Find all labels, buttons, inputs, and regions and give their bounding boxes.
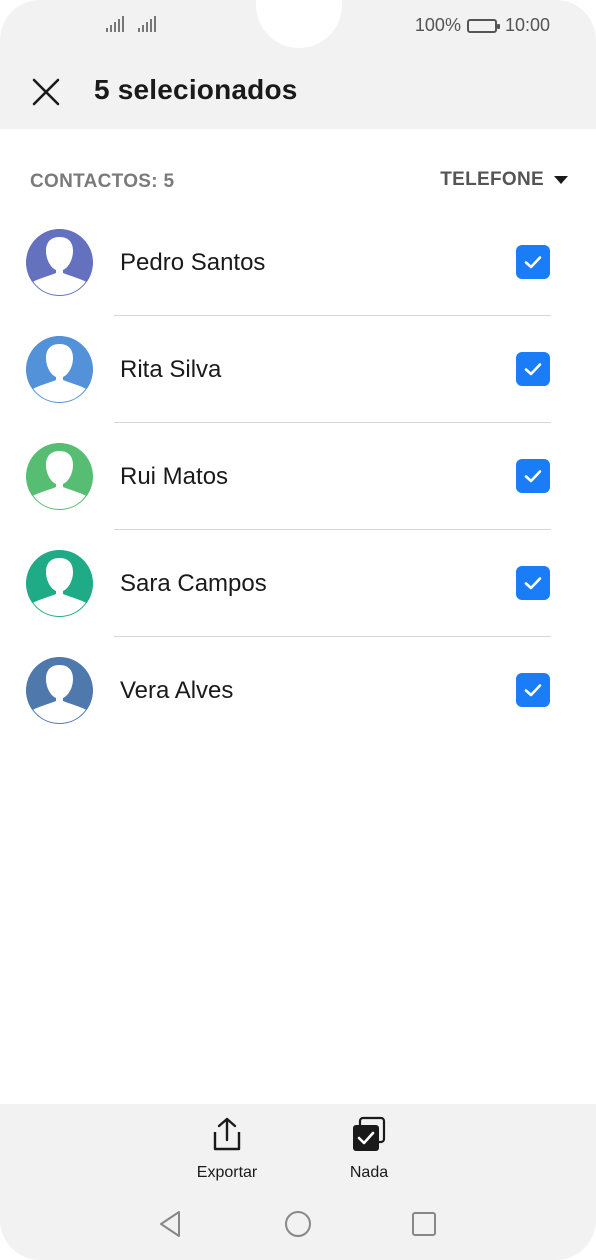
contact-name: Pedro Santos [120,249,266,276]
contact-checkbox[interactable] [516,352,550,386]
checkmark-icon [524,470,542,483]
close-button[interactable] [26,72,66,112]
page-title: 5 selecionados [94,74,298,105]
battery-percent: 100% [414,15,461,35]
checkmark-icon [524,256,542,269]
caret-down-icon [554,176,568,184]
select-none-button[interactable]: Nada [319,1116,419,1186]
screen: 100% 10:00 5 selecionados CONTACTOS: 5 T… [0,0,596,1260]
avatar [26,229,93,296]
nav-back-button[interactable] [150,1204,190,1244]
contact-count-label: CONTACTOS: 5 [30,171,175,192]
avatar [26,443,93,510]
contact-name: Sara Campos [120,570,267,597]
none-label: Nada [349,1164,389,1181]
contact-row[interactable]: Rita Silva [0,316,596,423]
contact-checkbox[interactable] [516,459,550,493]
checkmark-icon [524,684,542,697]
contact-checkbox[interactable] [516,673,550,707]
contact-checkbox[interactable] [516,245,550,279]
recents-icon [412,1212,436,1236]
contact-row[interactable]: Vera Alves [0,637,596,744]
battery-icon [466,18,500,33]
signal-icon-sim1 [106,16,124,32]
deselect-all-icon [353,1116,386,1151]
avatar [26,657,93,724]
contact-list: Pedro Santos Rita Silva Rui Matos Sara Camp… [0,209,596,744]
camera-notch [256,0,342,48]
clock: 10:00 [504,15,550,35]
nav-home-button[interactable] [278,1204,318,1244]
list-header: CONTACTOS: 5 TELEFONE [0,165,596,199]
person-icon [26,229,93,296]
checkmark-icon [524,577,542,590]
status-bar: 100% 10:00 [0,0,596,52]
person-icon [26,550,93,617]
close-icon [32,78,60,106]
status-right: 100% 10:00 [415,15,550,36]
export-label: Exportar [196,1164,258,1181]
person-icon [26,336,93,403]
sort-dropdown[interactable]: TELEFONE [440,169,568,191]
contact-row[interactable]: Rui Matos [0,423,596,530]
app-bar: 5 selecionados [0,52,596,129]
contact-name: Rita Silva [120,356,222,383]
contact-checkbox[interactable] [516,566,550,600]
contact-name: Vera Alves [120,677,234,704]
contact-name: Rui Matos [120,463,229,490]
sort-label: TELEFONE [440,169,544,190]
share-icon [213,1117,241,1151]
person-icon [26,657,93,724]
contact-row[interactable]: Pedro Santos [0,209,596,316]
checkmark-icon [524,363,542,376]
avatar [26,336,93,403]
signal-icon-sim2 [138,16,156,32]
home-icon [285,1211,311,1237]
export-button[interactable]: Exportar [177,1116,277,1186]
nav-recents-button[interactable] [404,1204,444,1244]
avatar [26,550,93,617]
person-icon [26,443,93,510]
contact-row[interactable]: Sara Campos [0,530,596,637]
back-icon [160,1211,180,1237]
